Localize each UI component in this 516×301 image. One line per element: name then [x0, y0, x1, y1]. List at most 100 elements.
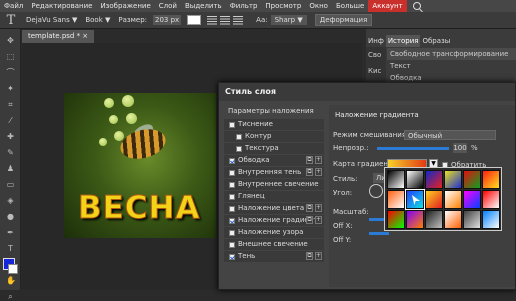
effect-item[interactable]: Наложение узора: [224, 227, 324, 238]
font-family-select[interactable]: DejaVu Sans ▼: [22, 16, 81, 24]
effect-item[interactable]: Наложение цвета ⧉ +: [224, 203, 324, 214]
fill-tool-icon[interactable]: ◈: [6, 197, 15, 205]
checkbox-icon[interactable]: [229, 229, 235, 236]
gradient-swatch[interactable]: [406, 210, 424, 229]
effect-item[interactable]: Тиснение: [224, 119, 324, 130]
warp-text-button[interactable]: Деформация: [314, 14, 373, 26]
lasso-tool-icon[interactable]: ⌒: [6, 69, 15, 77]
gradient-swatch[interactable]: [444, 170, 462, 189]
stamp-tool-icon[interactable]: ♟: [6, 165, 15, 173]
dialog-title[interactable]: Стиль слоя: [219, 83, 515, 101]
add-effect-icon[interactable]: +: [315, 168, 322, 176]
effect-item[interactable]: Наложение градиента ⧉ +: [224, 215, 324, 226]
gradient-swatch[interactable]: [387, 170, 405, 189]
gradient-swatch[interactable]: [463, 210, 481, 229]
zoom-tool-icon[interactable]: ⌕: [6, 293, 15, 301]
gradient-swatch[interactable]: [406, 170, 424, 189]
checkbox-icon[interactable]: [229, 217, 235, 224]
checkbox-icon[interactable]: [229, 205, 235, 212]
checkbox-icon[interactable]: [236, 133, 242, 140]
effect-item[interactable]: Глянец: [224, 191, 324, 202]
hand-tool-icon[interactable]: ✋: [6, 277, 16, 285]
align-center-icon[interactable]: [220, 15, 231, 25]
font-style-select[interactable]: Book ▼: [81, 16, 114, 24]
brush-tool-icon[interactable]: ✎: [6, 149, 15, 157]
menu-item[interactable]: Выделить: [181, 0, 226, 12]
align-left-icon[interactable]: [207, 15, 218, 25]
tab-history[interactable]: История: [385, 35, 421, 47]
history-item[interactable]: Свободное трансформирование: [387, 48, 516, 60]
gradient-swatch[interactable]: [482, 170, 500, 189]
opacity-slider[interactable]: [377, 147, 449, 150]
eraser-tool-icon[interactable]: ▭: [6, 181, 15, 189]
search-icon[interactable]: [412, 2, 421, 10]
healing-tool-icon[interactable]: ✚: [6, 133, 15, 141]
gradient-swatch[interactable]: [387, 190, 405, 209]
magic-wand-icon[interactable]: ✦: [6, 85, 15, 93]
menu-item[interactable]: Фильтр: [226, 0, 262, 12]
effect-item[interactable]: Обводка ⧉ +: [224, 155, 324, 166]
checkbox-icon[interactable]: [229, 169, 235, 176]
tab-info[interactable]: Инф: [366, 35, 386, 47]
checkbox-icon[interactable]: [236, 145, 242, 152]
effect-item[interactable]: Внутренняя тень ⧉ +: [224, 167, 324, 178]
history-item[interactable]: Текст: [387, 60, 516, 72]
gradient-swatch[interactable]: [444, 210, 462, 229]
gradient-swatch[interactable]: [387, 210, 405, 229]
effect-item[interactable]: Тень ⧉ +: [224, 251, 324, 262]
effect-item[interactable]: Контур: [224, 131, 324, 142]
pen-tool-icon[interactable]: ✒: [6, 229, 15, 237]
duplicate-effect-icon[interactable]: ⧉: [306, 252, 313, 260]
effect-item[interactable]: Внешнее свечение: [224, 239, 324, 250]
menu-item[interactable]: Окно: [305, 0, 332, 12]
type-tool-icon[interactable]: T: [6, 245, 15, 253]
gradient-swatch[interactable]: [482, 190, 500, 209]
gradient-swatch[interactable]: [463, 190, 481, 209]
duplicate-effect-icon[interactable]: ⧉: [306, 168, 313, 176]
blending-options-item[interactable]: Параметры наложения: [224, 105, 324, 117]
tab-swatches[interactable]: Образы: [420, 35, 452, 47]
checkbox-icon[interactable]: [229, 121, 235, 128]
menu-item[interactable]: Больше: [332, 0, 368, 12]
checkbox-icon[interactable]: [229, 253, 235, 260]
blur-tool-icon[interactable]: ●: [6, 213, 15, 221]
background-color-swatch[interactable]: [8, 264, 18, 274]
effect-item[interactable]: Текстура: [224, 143, 324, 154]
menu-item[interactable]: Редактирование: [27, 0, 96, 12]
gradient-swatch[interactable]: [425, 190, 443, 209]
align-right-icon[interactable]: [233, 15, 244, 25]
text-color-swatch[interactable]: [187, 15, 202, 25]
document-tab[interactable]: template.psd * ×: [22, 30, 95, 43]
account-button[interactable]: Аккаунт: [368, 0, 407, 12]
opacity-input[interactable]: 100: [453, 143, 467, 153]
offset-y-slider[interactable]: [369, 232, 389, 235]
move-tool-icon[interactable]: ✥: [6, 37, 15, 45]
gradient-swatch[interactable]: [482, 210, 500, 229]
gradient-swatch[interactable]: [425, 210, 443, 229]
tab-properties[interactable]: Сво: [366, 47, 386, 63]
angle-dial-icon[interactable]: [369, 184, 383, 198]
text-tool-icon[interactable]: T: [0, 13, 22, 28]
duplicate-effect-icon[interactable]: ⧉: [306, 216, 313, 224]
blend-mode-select[interactable]: Обычный: [404, 130, 496, 140]
tab-brush[interactable]: Кис: [366, 63, 386, 79]
font-size-input[interactable]: 203 px: [153, 15, 182, 25]
crop-tool-icon[interactable]: ⌗: [6, 101, 15, 109]
duplicate-effect-icon[interactable]: ⧉: [306, 204, 313, 212]
gradient-swatch[interactable]: [463, 170, 481, 189]
menu-item[interactable]: Слой: [155, 0, 181, 12]
gradient-swatch[interactable]: [425, 170, 443, 189]
effect-item[interactable]: Внутреннее свечение: [224, 179, 324, 190]
checkbox-icon[interactable]: [229, 157, 235, 164]
marquee-tool-icon[interactable]: ⬚: [6, 53, 15, 61]
add-effect-icon[interactable]: +: [315, 204, 322, 212]
add-effect-icon[interactable]: +: [315, 252, 322, 260]
add-effect-icon[interactable]: +: [315, 156, 322, 164]
menu-item[interactable]: Файл: [0, 0, 27, 12]
menu-item[interactable]: Просмотр: [261, 0, 305, 12]
eyedropper-icon[interactable]: ⁄: [6, 117, 15, 125]
duplicate-effect-icon[interactable]: ⧉: [306, 156, 313, 164]
checkbox-icon[interactable]: [229, 193, 235, 200]
add-effect-icon[interactable]: +: [315, 216, 322, 224]
checkbox-icon[interactable]: [229, 241, 235, 248]
